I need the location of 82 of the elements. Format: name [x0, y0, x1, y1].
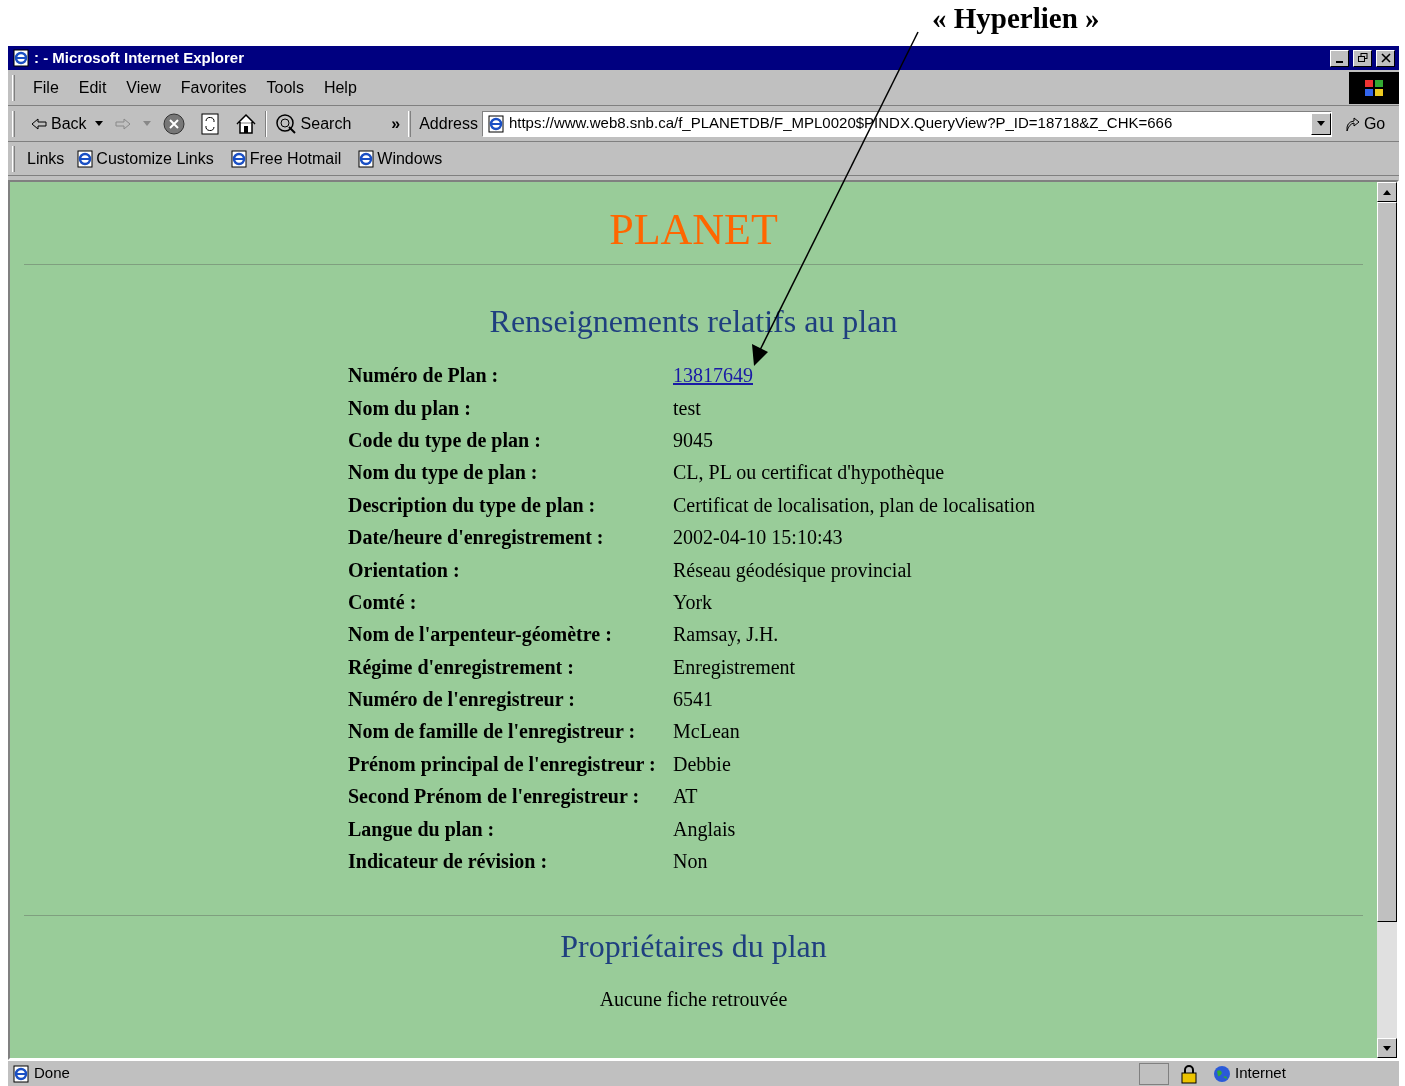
field-value: AT: [673, 784, 698, 810]
windows-logo: [1349, 71, 1399, 104]
field-label: Numéro de l'enregistreur :: [348, 687, 576, 713]
link-button[interactable]: Windows: [357, 146, 443, 171]
field-label: Langue du plan :: [348, 816, 496, 843]
lock-icon: [1181, 1063, 1197, 1084]
close-icon: [1380, 53, 1391, 63]
close-button[interactable]: [1376, 49, 1395, 67]
page-title: PLANET: [608, 204, 779, 256]
scroll-down-icon: [1383, 1045, 1391, 1051]
field-label: Indicateur de révision :: [348, 849, 549, 875]
menu-item[interactable]: File: [23, 75, 69, 100]
field-value: Anglais: [673, 816, 736, 843]
field-value: Certificat de localisation, plan de localisation: [673, 492, 1036, 519]
page-icon: [357, 149, 376, 168]
field-value: Debbie: [673, 751, 731, 777]
field-label: Second Prénom de l'enregistreur :: [348, 784, 641, 810]
minimize-icon: [1336, 60, 1343, 63]
annotation-label: « Hyperlien »: [932, 4, 1100, 33]
status-text: Done: [34, 1063, 71, 1084]
dropdown-caret-icon: [1316, 121, 1325, 126]
minimize-button[interactable]: [1330, 49, 1349, 67]
field-label: Prénom principal de l'enregistreur :: [348, 751, 657, 778]
go-arrow-icon: [1343, 115, 1360, 132]
field-label: Régime d'enregistrement :: [348, 654, 575, 681]
address-label: Address: [419, 113, 478, 134]
field-value: 6541: [673, 687, 713, 713]
dropdown-button[interactable]: [1310, 112, 1331, 135]
zone-text: Internet: [1235, 1063, 1287, 1084]
section-title: Propriétaires du plan: [559, 927, 828, 967]
field-value: 2002-04-10 15:10:43: [673, 525, 843, 551]
status-pane: [1139, 1062, 1169, 1085]
page-icon: [12, 1064, 30, 1083]
field-label: Orientation :: [348, 557, 461, 583]
field-value: 9045: [673, 427, 713, 453]
vertical-scrollbar[interactable]: [1377, 182, 1397, 1058]
menu-item[interactable]: Edit: [68, 75, 117, 100]
search-button[interactable]: Search: [274, 111, 352, 136]
globe-icon: [1213, 1064, 1231, 1083]
go-button[interactable]: Go: [1343, 111, 1386, 136]
field-label: Nom du type de plan :: [348, 460, 539, 486]
restore-button[interactable]: [1353, 49, 1372, 67]
field-label: Date/heure d'enregistrement :: [348, 525, 605, 551]
page-icon: [12, 49, 30, 67]
more-chevron[interactable]: »: [391, 111, 401, 136]
field-label: Nom du plan :: [348, 395, 472, 422]
back-button[interactable]: Back: [23, 111, 95, 136]
field-value: CL, PL ou certificat d'hypothèque: [673, 460, 945, 486]
field-label: Nom de l'arpenteur-géomètre :: [348, 622, 613, 648]
field-label: Description du type de plan :: [348, 492, 597, 519]
restore-icon: [1357, 53, 1368, 63]
dropdown-caret-icon[interactable]: [94, 121, 103, 126]
link-button[interactable]: Free Hotmail: [229, 146, 342, 171]
field-value: Réseau géodésique provincial: [673, 557, 912, 584]
page-icon: [76, 149, 95, 168]
field-label: Code du type de plan :: [348, 427, 542, 454]
field-value: York: [673, 589, 713, 615]
field-label: Nom de famille de l'enregistreur :: [348, 719, 637, 745]
plan-number-link[interactable]: 13817649: [673, 360, 753, 391]
stop-icon[interactable]: [162, 112, 185, 135]
home-icon[interactable]: [234, 112, 257, 135]
refresh-icon[interactable]: [200, 112, 219, 135]
menu-item[interactable]: Favorites: [170, 75, 257, 100]
empty-message: Aucune fiche retrouvée: [598, 987, 789, 1013]
menu-item[interactable]: Tools: [256, 75, 314, 100]
page-icon: [486, 114, 505, 133]
menu-item[interactable]: Help: [313, 75, 367, 100]
field-value: Non: [673, 849, 708, 875]
field-value: Enregistrement: [673, 654, 796, 681]
link-button[interactable]: Customize Links: [76, 146, 214, 171]
scroll-up-icon: [1383, 189, 1391, 195]
field-label: Comté :: [348, 589, 418, 615]
field-value: Ramsay, J.H.: [673, 622, 779, 648]
menu-item[interactable]: View: [116, 75, 171, 100]
back-arrow-icon: [31, 117, 47, 130]
field-label: Numéro de Plan :: [348, 363, 500, 389]
links-label: Links: [27, 148, 65, 169]
field-value: test: [673, 395, 701, 421]
search-icon: [274, 112, 297, 135]
field-value: McLean: [673, 719, 740, 745]
page-icon: [229, 149, 248, 168]
window-title: : - Microsoft Internet Explorer: [34, 47, 245, 68]
